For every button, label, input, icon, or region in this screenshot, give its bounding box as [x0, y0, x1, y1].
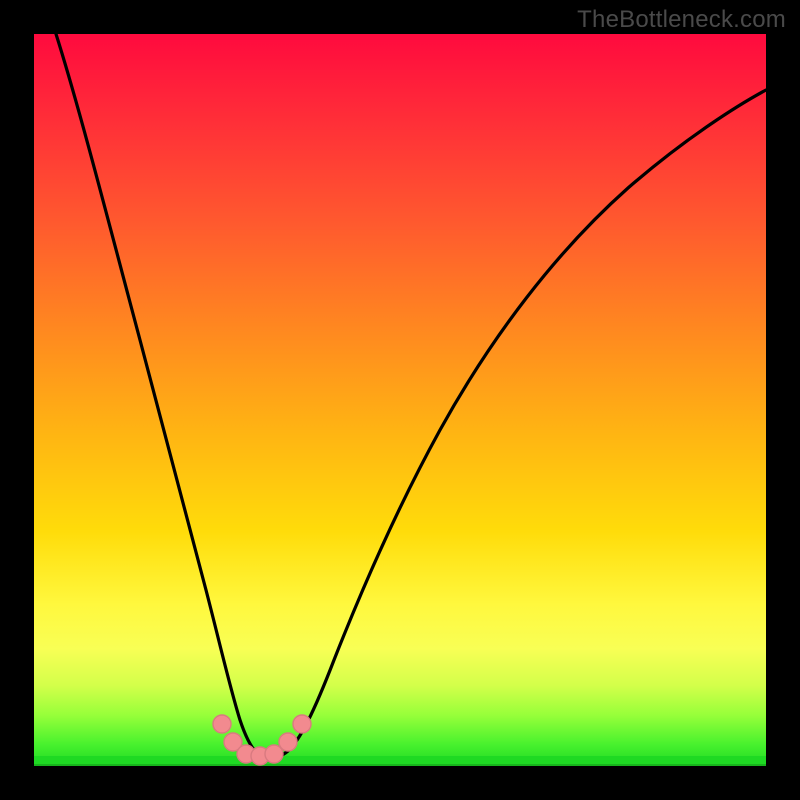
- marker-dot: [279, 733, 297, 751]
- chart-frame: TheBottleneck.com: [0, 0, 800, 800]
- marker-dot: [293, 715, 311, 733]
- bottom-floor-line: [34, 764, 766, 766]
- attribution-text: TheBottleneck.com: [577, 6, 786, 34]
- chart-svg: [0, 0, 800, 800]
- marker-dot: [213, 715, 231, 733]
- plot-background: [34, 34, 766, 766]
